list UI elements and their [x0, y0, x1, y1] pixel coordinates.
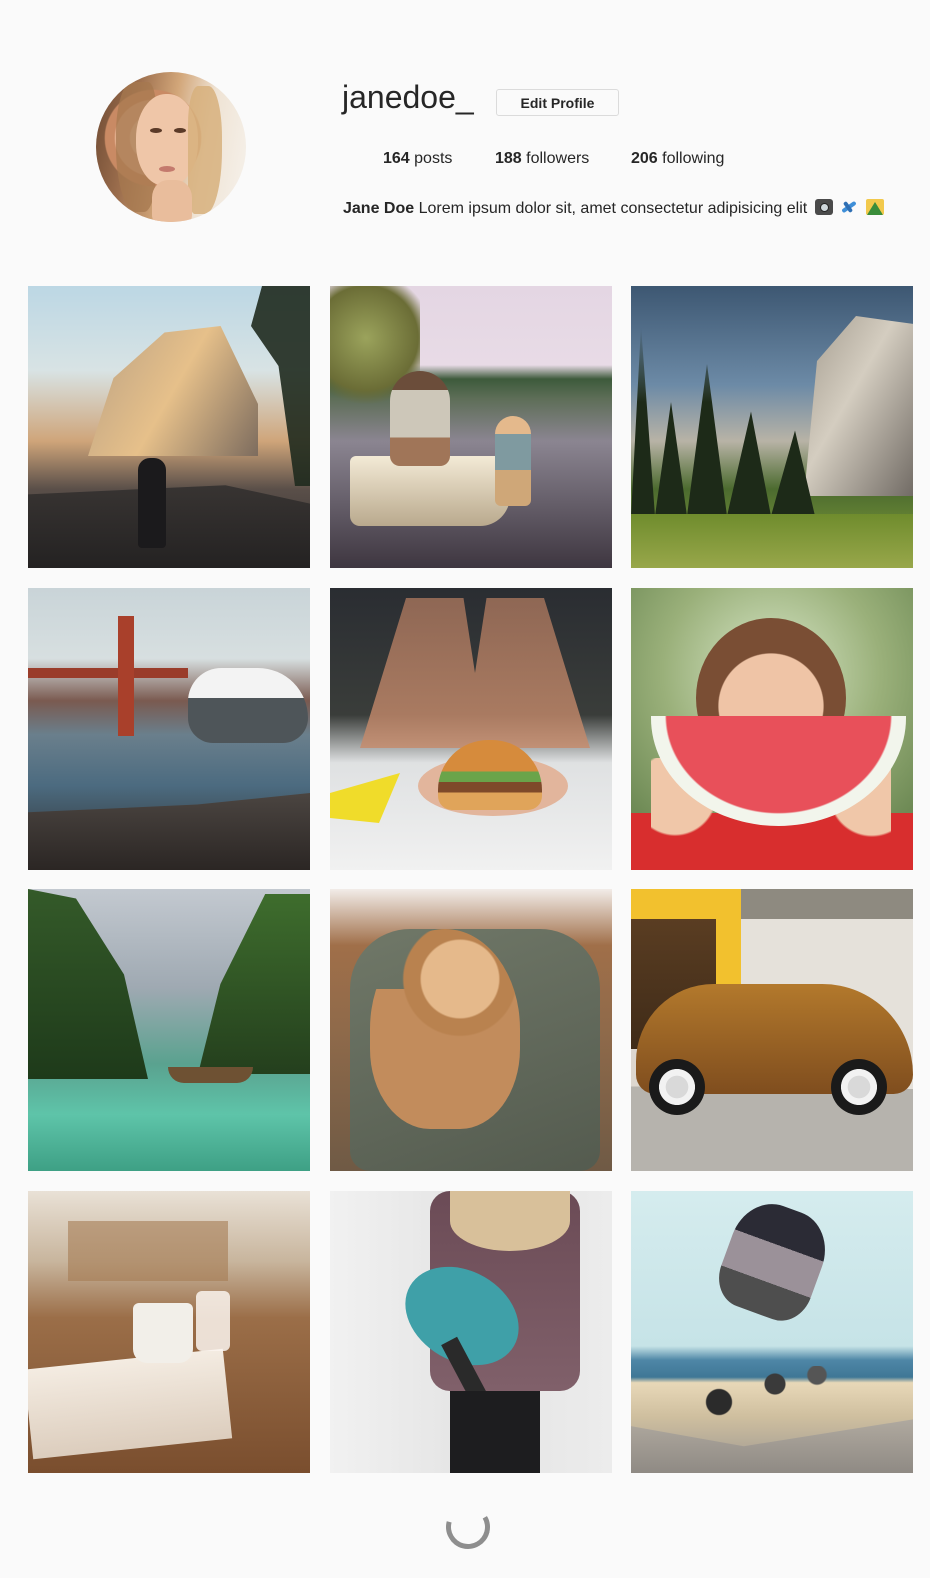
meadow — [631, 514, 913, 568]
posts-label: posts — [414, 150, 453, 167]
cafe-desk-mug-photo[interactable] — [28, 1191, 310, 1473]
vintage-beetle-car-photo[interactable] — [631, 889, 913, 1171]
blonde-hair — [450, 1191, 570, 1251]
loading-spinner-icon — [437, 1496, 499, 1558]
wading-child — [495, 416, 531, 506]
profile-header: janedoe_ Edit Profile 164 posts 188 foll… — [0, 0, 930, 260]
photo-grid — [28, 286, 914, 1474]
following-label: following — [662, 150, 725, 167]
shore-rock — [28, 793, 310, 870]
followers-stat[interactable]: 188 followers — [495, 149, 589, 169]
watermelon-smile-photo[interactable] — [631, 588, 913, 870]
bridge-tower — [118, 616, 134, 736]
front-wheel — [649, 1059, 705, 1115]
boat — [350, 456, 510, 526]
profile-avatar[interactable] — [96, 72, 246, 222]
pine-trees — [631, 326, 815, 516]
profile-username: janedoe_ — [342, 79, 474, 115]
yellow-napkin — [330, 773, 400, 823]
avatar-eye-left — [150, 128, 162, 133]
arms-phone — [360, 598, 590, 748]
posts-count: 164 — [383, 150, 410, 167]
avatar-hair-right — [188, 86, 222, 214]
granite-cliff — [804, 316, 913, 496]
right-cliff — [198, 894, 310, 1074]
black-jeans — [450, 1391, 540, 1473]
bio-text: Lorem ipsum dolor sit, amet consectetur … — [418, 200, 808, 217]
left-cliff — [28, 889, 148, 1079]
road — [28, 485, 310, 568]
notebook — [28, 1348, 233, 1460]
beach-skateboarder-photo[interactable] — [631, 1191, 913, 1473]
sitting-woman — [390, 371, 450, 466]
bio-full-name: Jane Doe — [343, 200, 415, 217]
longtail-boat — [168, 1067, 253, 1083]
following-count: 206 — [631, 150, 658, 167]
lake-mother-child-photo[interactable] — [330, 286, 612, 568]
airborne-skater — [710, 1193, 837, 1329]
profile-bio: Jane Doe Lorem ipsum dolor sit, amet con… — [343, 199, 884, 219]
avatar-eye-right — [174, 128, 186, 133]
avatar-lips — [159, 166, 175, 172]
mountain-icon — [865, 199, 884, 215]
camera-icon — [814, 199, 833, 215]
rear-wheel — [831, 1059, 887, 1115]
following-stat[interactable]: 206 following — [631, 149, 724, 169]
el-capitan-valley-photo[interactable] — [631, 286, 913, 568]
followers-count: 188 — [495, 150, 522, 167]
burger-plate-photo[interactable] — [330, 588, 612, 870]
chair — [68, 1221, 228, 1281]
followers-label: followers — [526, 150, 590, 167]
mountain-rock — [88, 326, 258, 456]
puppy-backpack-photo[interactable] — [330, 889, 612, 1171]
tropical-islands-boat-photo[interactable] — [28, 889, 310, 1171]
milk-jar — [196, 1291, 230, 1351]
seagull-golden-gate-photo[interactable] — [28, 588, 310, 870]
bridge-deck — [28, 668, 188, 678]
half-dome-road-photo[interactable] — [28, 286, 310, 568]
guitar-player-photo[interactable] — [330, 1191, 612, 1473]
airplane-icon — [840, 199, 858, 215]
edit-profile-button[interactable]: Edit Profile — [496, 89, 619, 116]
puppy — [370, 929, 520, 1129]
avatar-hand — [152, 180, 192, 222]
coffee-mug — [133, 1303, 193, 1363]
burger — [438, 740, 542, 810]
walking-person — [138, 458, 166, 548]
posts-stat[interactable]: 164 posts — [383, 149, 452, 169]
seagull — [188, 668, 308, 743]
